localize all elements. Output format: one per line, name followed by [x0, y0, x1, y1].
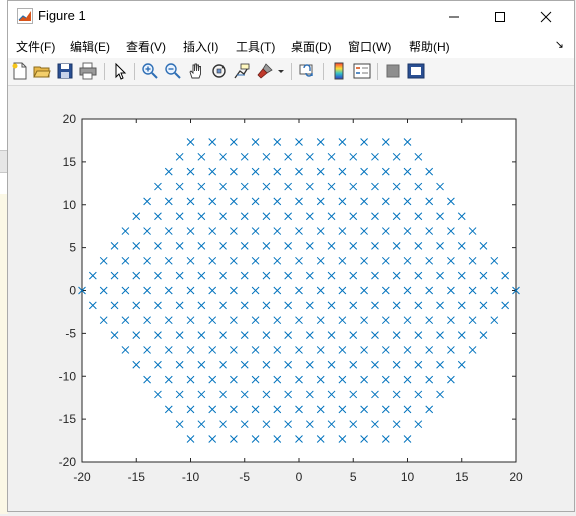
figure-canvas: -20 -15 -10 -5 0 5 10 15 20 -20 -15 -10 -5 0 5 10 15 20 — [8, 86, 574, 511]
figure-toolbar — [8, 58, 574, 86]
menu-tools[interactable]: 工具(T) — [236, 38, 275, 55]
menu-file[interactable]: 文件(F) — [16, 38, 55, 55]
menu-view[interactable]: 查看(V) — [126, 38, 166, 55]
menu-help[interactable]: 帮助(H) — [409, 38, 450, 55]
data-cursor-icon[interactable] — [233, 62, 251, 80]
undock-arrow-icon[interactable]: ↘ — [555, 38, 564, 51]
maximize-icon — [495, 11, 505, 22]
x-tick-label: -15 — [128, 470, 146, 484]
x-tick-label: -10 — [182, 470, 200, 484]
new-figure-icon[interactable] — [11, 62, 29, 80]
y-tick-label: -10 — [59, 369, 77, 383]
rotate-3d-icon[interactable] — [210, 62, 228, 80]
x-tick-label: -5 — [239, 470, 250, 484]
y-tick-label: -15 — [59, 412, 77, 426]
brush-icon[interactable] — [256, 62, 274, 80]
zoom-out-icon[interactable] — [164, 62, 182, 80]
y-tick-label: 0 — [69, 284, 76, 298]
title-bar[interactable]: Figure 1 — [8, 1, 574, 32]
link-plot-icon[interactable] — [299, 62, 317, 80]
menu-edit[interactable]: 编辑(E) — [70, 38, 110, 55]
select-arrow-icon[interactable] — [111, 62, 129, 80]
pan-hand-icon[interactable] — [187, 62, 205, 80]
toolbar-separator — [377, 63, 378, 80]
menu-window[interactable]: 窗口(W) — [348, 38, 391, 55]
x-tick-label: 15 — [455, 470, 469, 484]
scatter-plot[interactable]: -20 -15 -10 -5 0 5 10 15 20 -20 -15 -10 -5 0 5 10 15 20 — [8, 86, 574, 511]
y-tick-label: 20 — [63, 112, 77, 126]
menu-insert[interactable]: 插入(I) — [183, 38, 218, 55]
open-file-icon[interactable] — [33, 62, 51, 80]
toolbar-separator — [291, 63, 292, 80]
toolbar-separator — [323, 63, 324, 80]
menu-bar: 文件(F) 编辑(E) 查看(V) 插入(I) 工具(T) 桌面(D) 窗口(W… — [8, 32, 574, 58]
print-icon[interactable] — [79, 62, 97, 80]
x-tick-label: -20 — [73, 470, 91, 484]
y-tick-label: 10 — [63, 198, 77, 212]
show-plot-tools-icon[interactable] — [407, 62, 425, 80]
toolbar-separator — [134, 63, 135, 80]
close-button[interactable] — [523, 1, 569, 32]
x-tick-label: 10 — [401, 470, 415, 484]
legend-icon[interactable] — [353, 62, 371, 80]
close-icon — [540, 11, 552, 22]
y-tick-label: -5 — [65, 326, 76, 340]
y-tick-label: -20 — [59, 455, 77, 469]
x-tick-label: 20 — [509, 470, 523, 484]
x-tick-label: 5 — [350, 470, 357, 484]
zoom-in-icon[interactable] — [141, 62, 159, 80]
maximize-button[interactable] — [477, 1, 523, 32]
minimize-button[interactable] — [431, 1, 477, 32]
save-icon[interactable] — [56, 62, 74, 80]
x-tick-label: 0 — [296, 470, 303, 484]
brush-dropdown-icon[interactable] — [276, 62, 286, 80]
window-title: Figure 1 — [38, 8, 86, 23]
hide-plot-tools-icon[interactable] — [384, 62, 402, 80]
figure-window: Figure 1 文件(F) 编辑(E) 查看(V) 插入(I) 工具(T) 桌… — [7, 0, 575, 512]
matlab-logo-icon — [17, 8, 33, 24]
minimize-icon — [449, 16, 459, 17]
y-tick-label: 15 — [63, 155, 77, 169]
colorbar-icon[interactable] — [330, 62, 348, 80]
y-tick-label: 5 — [69, 241, 76, 255]
menu-desktop[interactable]: 桌面(D) — [291, 38, 332, 55]
toolbar-separator — [104, 63, 105, 80]
